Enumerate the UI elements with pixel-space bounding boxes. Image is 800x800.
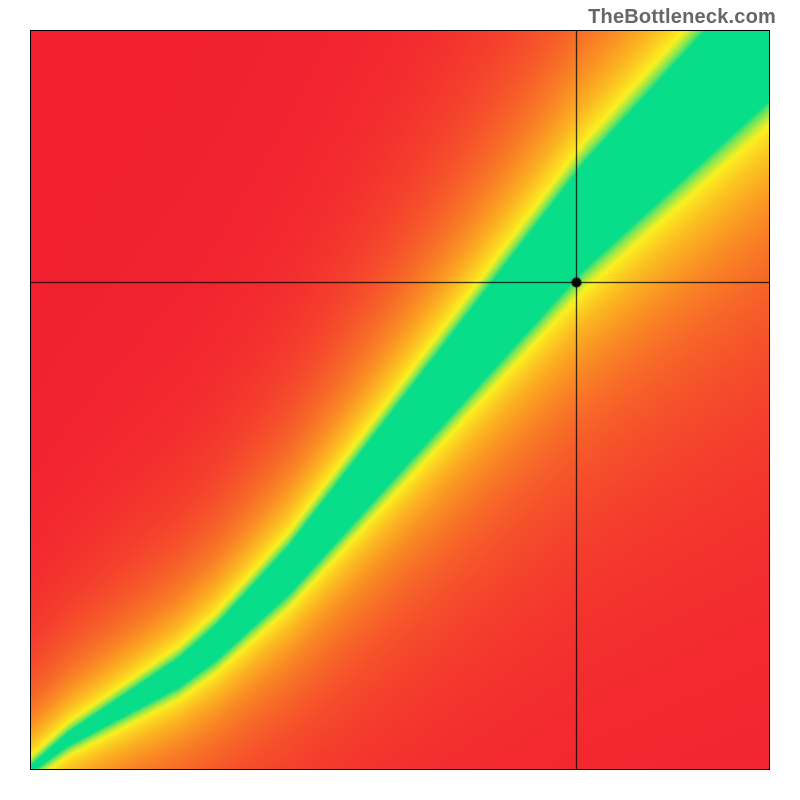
plot-area [30, 30, 770, 770]
chart-container: TheBottleneck.com [0, 0, 800, 800]
heatmap-canvas [31, 31, 769, 769]
watermark-text: TheBottleneck.com [588, 6, 776, 29]
